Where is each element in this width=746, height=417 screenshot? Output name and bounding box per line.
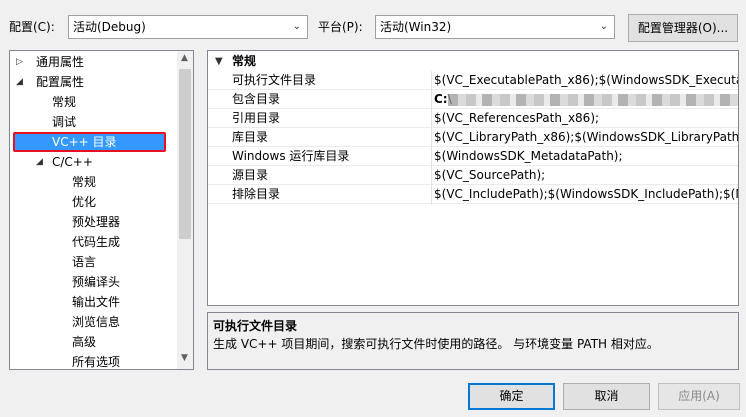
tree-item[interactable]: 配置属性 (36, 72, 84, 92)
tree-item-label: 所有选项 (72, 355, 121, 369)
config-label: 配置(C): (9, 20, 55, 34)
grid-row[interactable]: Windows 运行库目录 $(WindowsSDK_MetadataPath); (208, 147, 738, 166)
tree-item[interactable]: 常规 (72, 172, 96, 192)
tree-item-label: 预编译头 (72, 275, 121, 289)
grid-category-label: 常规 (232, 54, 257, 68)
grid-row-name: 包含目录 (232, 92, 281, 106)
chevron-down-icon: ⌄ (292, 21, 301, 32)
config-combo-value: 活动(Debug) (73, 20, 146, 34)
description-panel: 可执行文件目录 生成 VC++ 项目期间，搜索可执行文件时使用的路径。 与环境变… (207, 312, 739, 370)
tree-item-label: 代码生成 (72, 235, 121, 249)
tree-item-label: 常规 (52, 95, 77, 109)
property-tree: ▷ 通用属性 ◢ 配置属性 常规 调试 VC++ 目录 ◢ C/C++ 常规 优化 预处理器 代码生成语… (9, 50, 194, 370)
tree-item[interactable]: 通用属性 (36, 52, 84, 72)
tree-item-label: 语言 (72, 255, 97, 269)
tree-scrollbar-thumb[interactable] (179, 69, 191, 239)
tree-item[interactable]: 代码生成 (72, 232, 120, 252)
tree-item-label: 通用属性 (36, 55, 85, 69)
grid-row[interactable]: 引用目录 $(VC_ReferencesPath_x86); (208, 109, 738, 128)
grid-row-value[interactable]: $(VC_IncludePath);$(WindowsSDK_IncludePa… (432, 185, 738, 204)
grid-row-name: 源目录 (232, 168, 269, 182)
tree-item-label: 浏览信息 (72, 315, 121, 329)
chevron-down-icon: ⌄ (599, 21, 608, 32)
grid-row-name: 排除目录 (232, 187, 281, 201)
grid-row[interactable]: 源目录 $(VC_SourcePath); (208, 166, 738, 185)
config-combo[interactable]: 活动(Debug) ⌄ (68, 15, 308, 39)
expanded-arrow-icon[interactable]: ◢ (16, 72, 23, 92)
grid-row[interactable]: 排除目录 $(VC_IncludePath);$(WindowsSDK_Inclu… (208, 185, 738, 204)
tree-item-label: 调试 (52, 115, 77, 129)
grid-row-value[interactable]: $(VC_LibraryPath_x86);$(WindowsSDK_Libra… (432, 128, 738, 147)
tree-item-label: 配置属性 (36, 75, 85, 89)
tree-item[interactable]: 常规 (52, 92, 76, 112)
tree-item[interactable]: 优化 (72, 192, 96, 212)
description-title: 可执行文件目录 (213, 319, 298, 333)
apply-button[interactable]: 应用(A) (658, 383, 740, 410)
tree-item[interactable]: 语言 (72, 252, 96, 272)
grid-row[interactable]: 库目录 $(VC_LibraryPath_x86);$(WindowsSDK_Li… (208, 128, 738, 147)
highlight-box (13, 132, 166, 152)
tree-item-label: C/C++ (52, 155, 93, 169)
tree-item-label: 输出文件 (72, 295, 121, 309)
expanded-arrow-icon[interactable]: ◢ (36, 152, 43, 172)
chevron-down-icon[interactable]: ▼ (181, 353, 188, 363)
tree-item[interactable]: 调试 (52, 112, 76, 132)
collapsed-arrow-icon[interactable]: ▷ (16, 52, 23, 72)
tree-item[interactable]: 浏览信息 (72, 312, 120, 332)
platform-combo[interactable]: 活动(Win32) ⌄ (375, 15, 615, 39)
grid-row[interactable]: 包含目录 C:\ (208, 90, 738, 109)
grid-row-value[interactable]: $(VC_ReferencesPath_x86); (432, 109, 738, 128)
tree-item-label: 预处理器 (72, 215, 121, 229)
tree-item[interactable]: 输出文件 (72, 292, 120, 312)
cancel-button[interactable]: 取消 (563, 383, 650, 410)
property-grid: ▼ 常规 可执行文件目录 $(VC_ExecutablePath_x86);$(W… (207, 50, 739, 306)
tree-item-label: 高级 (72, 335, 97, 349)
config-manager-button[interactable]: 配置管理器(O)... (628, 14, 738, 42)
grid-row-value[interactable]: $(VC_ExecutablePath_x86);$(WindowsSDK_Ex… (432, 71, 738, 90)
tree-item[interactable]: 高级 (72, 332, 96, 352)
tree-item-label: 优化 (72, 195, 97, 209)
grid-category-header[interactable]: ▼ 常规 (208, 52, 738, 71)
tree-scrollbar[interactable]: ▲ ▼ (177, 51, 193, 369)
chevron-up-icon[interactable]: ▲ (181, 53, 188, 63)
redacted-path-blur (448, 94, 738, 106)
grid-row-value[interactable]: $(WindowsSDK_MetadataPath); (432, 147, 738, 166)
tree-item[interactable]: 预编译头 (72, 272, 120, 292)
grid-row-value[interactable]: $(VC_SourcePath); (432, 166, 738, 185)
grid-row-name: 库目录 (232, 130, 269, 144)
tree-item[interactable]: 预处理器 (72, 212, 120, 232)
platform-label: 平台(P): (318, 20, 363, 34)
tree-item[interactable]: C/C++ (52, 152, 93, 172)
grid-row-name: Windows 运行库目录 (232, 149, 350, 163)
grid-row-separator (208, 203, 738, 204)
grid-row[interactable]: 可执行文件目录 $(VC_ExecutablePath_x86);$(Window… (208, 71, 738, 90)
ok-button[interactable]: 确定 (468, 383, 555, 410)
grid-row-name: 引用目录 (232, 111, 281, 125)
grid-row-name: 可执行文件目录 (232, 73, 317, 87)
collapse-icon[interactable]: ▼ (215, 52, 223, 71)
platform-combo-value: 活动(Win32) (380, 20, 452, 34)
tree-item[interactable]: 所有选项 (72, 352, 121, 369)
tree-item-label: 常规 (72, 175, 97, 189)
grid-column-divider[interactable] (431, 71, 432, 205)
description-text: 生成 VC++ 项目期间，搜索可执行文件时使用的路径。 与环境变量 PATH 相… (213, 337, 659, 351)
